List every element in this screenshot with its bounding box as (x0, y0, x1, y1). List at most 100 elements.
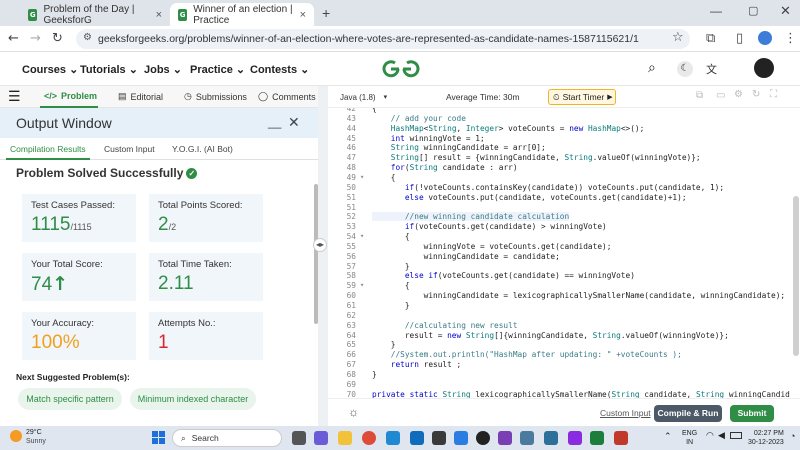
taskbar-search[interactable]: ⌕ Search (172, 429, 282, 447)
forward-icon[interactable]: → (30, 31, 41, 46)
submit-button[interactable]: Submit (730, 405, 774, 422)
reload-icon[interactable]: ↻ (52, 31, 63, 46)
fold-toggle-icon[interactable]: ▾ (360, 173, 364, 181)
close-icon[interactable]: × (300, 9, 306, 21)
line-number: 57 (346, 261, 356, 271)
close-panel-icon[interactable]: ✕ (288, 114, 300, 131)
app-icon-10[interactable] (614, 431, 628, 445)
app-icon-1[interactable] (410, 431, 424, 445)
fold-toggle-icon[interactable]: ▾ (360, 232, 364, 240)
notifications-icon[interactable]: ◔ (790, 431, 795, 441)
url-bar[interactable]: ⚙ geeksforgeeks.org/problems/winner-of-a… (76, 29, 690, 49)
tab-comments[interactable]: ◯ Comments (258, 91, 316, 102)
browser-tab-election[interactable]: G Winner of an election | Practice × (170, 3, 314, 26)
app-icon-3[interactable] (454, 431, 468, 445)
gfg-logo[interactable] (382, 58, 420, 80)
tab-editorial[interactable]: ▤ Editorial (118, 91, 163, 102)
reset-icon[interactable]: ▭ (716, 90, 725, 101)
line-number: 52 (346, 212, 356, 222)
editor-scrollbar[interactable] (793, 196, 799, 356)
browser-tab-potd[interactable]: G Problem of the Day | GeeksforG × (20, 3, 170, 26)
output-subtabs: Compilation Results Custom Input Y.O.G.I… (0, 138, 318, 160)
windows-start-icon[interactable] (152, 431, 165, 444)
compile-run-button[interactable]: Compile & Run (654, 405, 722, 422)
copy-icon[interactable]: ⧉ (696, 90, 703, 101)
app-icon-7[interactable] (544, 431, 558, 445)
suggested-problem-2[interactable]: Minimum indexed character (130, 388, 256, 410)
minimize-panel-icon[interactable]: __ (268, 115, 281, 129)
close-icon[interactable]: × (156, 9, 162, 21)
fullscreen-icon[interactable]: ⛶ (770, 89, 777, 100)
line-number: 50 (346, 182, 356, 192)
language-indicator[interactable]: ENG IN (682, 429, 697, 447)
resize-handle-icon[interactable]: ◂▸ (313, 238, 327, 252)
clock[interactable]: 02:27 PM 30-12-2023 (748, 429, 784, 447)
weather-icon[interactable] (10, 430, 22, 442)
extensions-icon[interactable]: ⧉ (706, 31, 715, 46)
translate-icon[interactable]: 文 (706, 61, 717, 77)
close-window-icon[interactable]: ✕ (780, 3, 791, 19)
code-line: } (372, 301, 410, 310)
menu-dots-icon[interactable]: ⋮ (784, 31, 797, 46)
code-line: return result ; (390, 360, 462, 370)
site-info-icon[interactable]: ⚙ (83, 32, 92, 43)
accuracy-value: 100% (31, 332, 80, 353)
app-icon-2[interactable] (432, 431, 446, 445)
app-icon-4[interactable] (476, 431, 490, 445)
tray-chevron-icon[interactable]: ⌃ (664, 431, 672, 442)
menu-jobs[interactable]: Jobs ⌄ (144, 63, 182, 76)
app-icon-9[interactable] (590, 431, 604, 445)
refresh-icon[interactable]: ↻ (752, 89, 760, 100)
user-avatar[interactable] (754, 58, 774, 78)
settings-icon[interactable]: ⚙ (734, 89, 743, 100)
language-select[interactable]: Java (1.8) ▾ (336, 89, 392, 105)
task-view-icon[interactable] (292, 431, 306, 445)
volume-icon[interactable]: ◀ (718, 430, 725, 441)
start-timer-button[interactable]: ⏲ Start Timer ▶ (548, 89, 616, 105)
battery-icon[interactable] (730, 432, 742, 439)
profile-avatar[interactable] (758, 31, 772, 45)
time-value: 2.11 (158, 273, 194, 294)
output-window: Output Window __ ✕ Compilation Results C… (0, 108, 318, 426)
app-icon-8[interactable] (568, 431, 582, 445)
search-icon[interactable]: ⌕ (648, 60, 656, 76)
wifi-icon[interactable]: ◠ (706, 430, 714, 441)
subtab-compilation-results[interactable]: Compilation Results (10, 144, 86, 154)
back-icon[interactable]: ← (8, 31, 19, 46)
menu-courses[interactable]: Courses ⌄ (22, 63, 78, 76)
hamburger-icon[interactable]: ☰ (8, 88, 21, 105)
test-cases-card: Test Cases Passed: 1115/1115 (22, 194, 136, 242)
bulb-icon[interactable]: ☼ (348, 405, 359, 419)
line-number: 69 (346, 379, 356, 389)
app-icon-6[interactable] (520, 431, 534, 445)
code-line: int winningVote = 1; (390, 133, 485, 143)
arrow-up-icon: ↑ (52, 273, 69, 295)
subtab-custom-input[interactable]: Custom Input (104, 144, 155, 154)
menu-tutorials[interactable]: Tutorials ⌄ (80, 63, 138, 76)
sidebar-icon[interactable]: ▯ (736, 31, 743, 46)
menu-practice[interactable]: Practice ⌄ (190, 63, 245, 76)
dark-mode-icon[interactable]: ☾ (677, 61, 693, 77)
line-number: 44 (346, 123, 356, 133)
app-icon-5[interactable] (498, 431, 512, 445)
custom-input-link[interactable]: Custom Input (600, 408, 651, 418)
line-number: 46 (346, 143, 356, 153)
maximize-icon[interactable]: ▢ (748, 4, 758, 17)
fold-toggle-icon[interactable]: ▾ (360, 281, 364, 289)
new-tab-icon[interactable]: + (322, 5, 330, 21)
chat-icon[interactable] (314, 431, 328, 445)
vscode-icon[interactable] (386, 431, 400, 445)
chrome-icon[interactable] (362, 431, 376, 445)
code-line: winningCandidate = lexicographicallySmal… (372, 291, 786, 301)
minimize-icon[interactable]: — (710, 4, 722, 18)
tab-problem[interactable]: </> Problem (44, 91, 97, 101)
time-card: Total Time Taken: 2.11 (149, 253, 263, 301)
bookmark-star-icon[interactable]: ☆ (672, 30, 684, 45)
code-editor[interactable]: 42 {43 // add your code 44 HashMap<String,… (328, 108, 792, 398)
menu-contests[interactable]: Contests ⌄ (250, 63, 309, 76)
tab-submissions[interactable]: ◷ Submissions (184, 91, 247, 102)
suggested-problem-1[interactable]: Match specific pattern (18, 388, 122, 410)
panel-divider[interactable] (318, 86, 328, 426)
file-explorer-icon[interactable] (338, 431, 352, 445)
subtab-yogi[interactable]: Y.O.G.I. (AI Bot) (172, 144, 233, 154)
